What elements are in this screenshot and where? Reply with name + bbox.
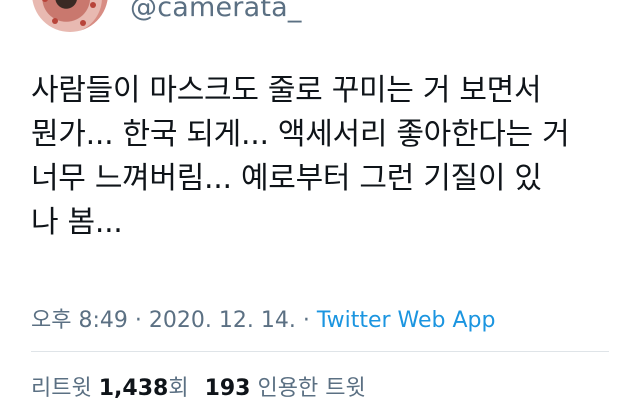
engagement-stats: 리트윗 1,438회 193 인용한 트윗 — [31, 370, 366, 402]
retweets-label: 리트윗 — [31, 376, 99, 401]
quote-tweets-stat[interactable]: 193 인용한 트윗 — [205, 376, 366, 401]
tweet-text: 사람들이 마스크도 줄로 꾸미는 거 보면서 뭔가... 한국 되게... 액세… — [31, 73, 570, 240]
tweet-detail: @camerata_ 사람들이 마스크도 줄로 꾸미는 거 보면서 뭔가... … — [0, 0, 640, 404]
meta-separator: · — [295, 308, 317, 333]
meta-separator: · — [127, 308, 149, 333]
divider — [31, 351, 609, 352]
tweet-source-link[interactable]: Twitter Web App — [317, 308, 496, 333]
tweet-date[interactable]: 2020. 12. 14. — [149, 308, 296, 333]
avatar[interactable] — [32, 0, 108, 32]
retweets-suffix: 회 — [168, 376, 189, 401]
tweet-time[interactable]: 오후 8:49 — [31, 308, 128, 333]
retweets-count: 1,438 — [98, 376, 169, 401]
quote-tweets-label: 인용한 트윗 — [250, 376, 366, 401]
quote-tweets-count: 193 — [204, 376, 251, 401]
retweets-stat[interactable]: 리트윗 1,438회 — [31, 376, 189, 401]
tweet-meta: 오후 8:49 · 2020. 12. 14. · Twitter Web Ap… — [31, 302, 495, 334]
author-handle[interactable]: @camerata_ — [130, 0, 302, 23]
